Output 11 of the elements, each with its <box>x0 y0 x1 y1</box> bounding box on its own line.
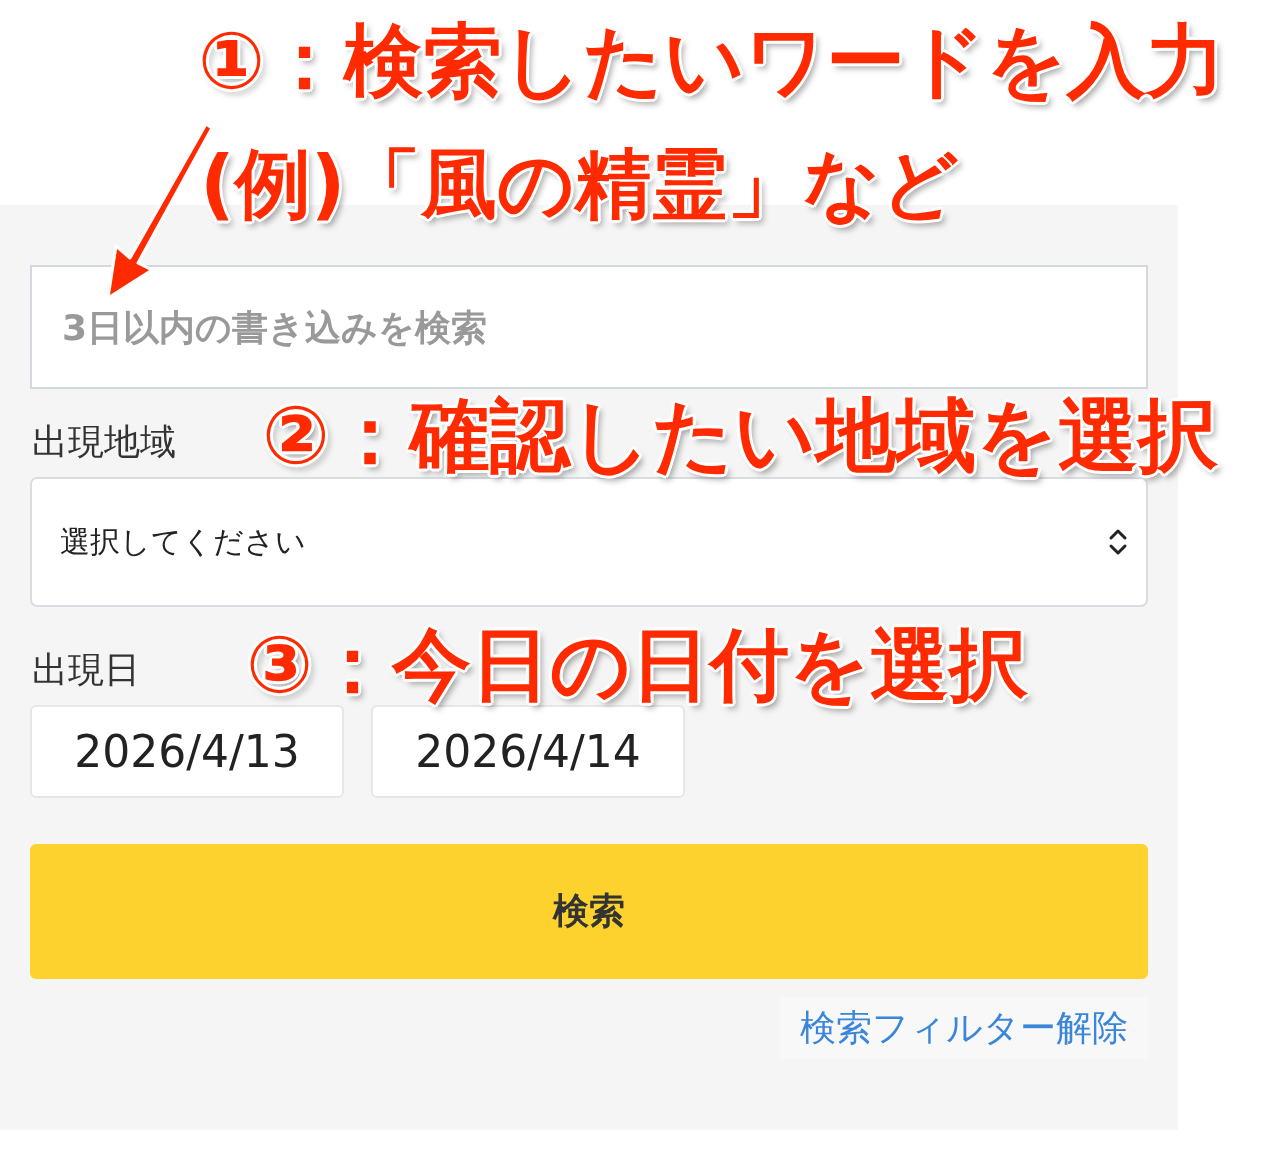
chevron-icon <box>1108 528 1128 556</box>
search-field[interactable]: 3日以内の書き込みを検索 <box>30 265 1148 389</box>
region-label: 出現地域 <box>32 420 176 464</box>
annotation-text: ①：検索したいワードを入力 <box>198 18 1225 105</box>
date-label: 出現日 <box>32 648 140 692</box>
end-date-field[interactable]: 2026/4/14 <box>371 705 685 798</box>
region-select[interactable]: 選択してください <box>30 477 1148 607</box>
annotation-text: (例)「風の精霊」など <box>200 142 960 226</box>
start-date-field[interactable]: 2026/4/13 <box>30 705 344 798</box>
annotation-text: ②：確認したい地域を選択 <box>262 392 1218 480</box>
search-button[interactable]: 検索 <box>30 844 1148 979</box>
